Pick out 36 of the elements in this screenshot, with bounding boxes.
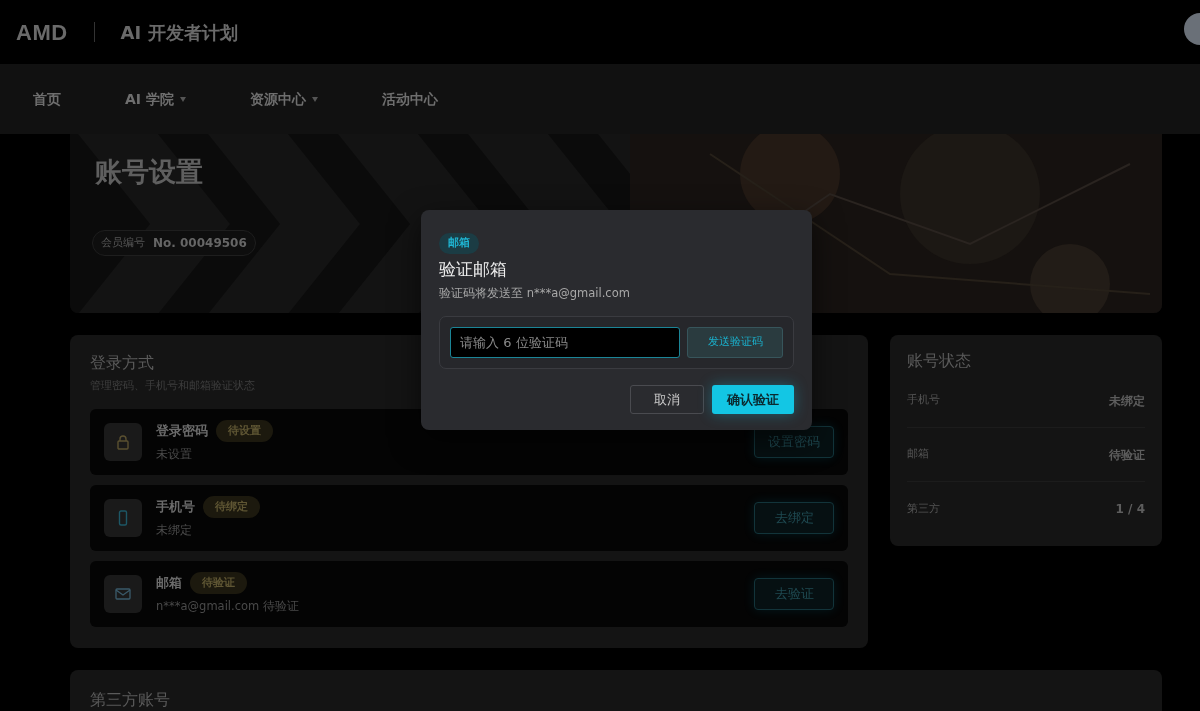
page-title: 账号设置: [95, 156, 203, 189]
nav-link[interactable]: 活动中心: [381, 88, 438, 110]
method-name: 手机号: [156, 498, 195, 517]
code-input[interactable]: 请输入 6 位验证码: [450, 327, 681, 359]
status-value: 待验证: [1109, 446, 1145, 464]
cancel-button[interactable]: 取消: [630, 385, 704, 415]
status-badge: 待绑定: [203, 495, 260, 519]
send-code-button[interactable]: 发送验证码: [687, 327, 783, 359]
card-title: 账号状态: [907, 351, 972, 371]
status-value: 未绑定: [1109, 392, 1145, 410]
caret-icon: [311, 96, 318, 102]
method-name: 邮箱: [156, 574, 182, 593]
site-title: AI 开发者计划: [120, 20, 238, 45]
card-title: 登录方式: [90, 353, 155, 373]
method-name: 登录密码: [156, 422, 208, 441]
status-label: 邮箱: [907, 446, 929, 463]
confirm-button[interactable]: 确认验证: [712, 385, 794, 415]
method-detail: 未绑定: [156, 522, 193, 540]
status-badge: 待设置: [216, 419, 273, 443]
mail-icon: [115, 585, 131, 602]
method-detail: n***a@gmail.com 待验证: [156, 598, 299, 616]
card-title: 第三方账号: [90, 689, 171, 709]
action-button[interactable]: 去绑定: [754, 501, 834, 534]
action-button[interactable]: 去验证: [754, 577, 834, 610]
caret-icon: [179, 96, 186, 102]
nav-link[interactable]: 资源中心: [249, 88, 318, 110]
lock-icon: [115, 433, 131, 450]
status-badge: 待验证: [190, 571, 247, 595]
dialog-tag: 邮箱: [439, 233, 479, 254]
status-value: 1 / 4: [1115, 501, 1145, 519]
logo[interactable]: AMD: [16, 15, 68, 49]
dialog-title: 验证邮箱: [439, 258, 508, 279]
member-number: No. 00049506: [153, 235, 247, 252]
dialog-description: 验证码将发送至 n***a@gmail.com: [439, 284, 631, 302]
nav-link[interactable]: 首页: [33, 88, 61, 110]
nav-link[interactable]: AI 学院: [125, 88, 186, 110]
